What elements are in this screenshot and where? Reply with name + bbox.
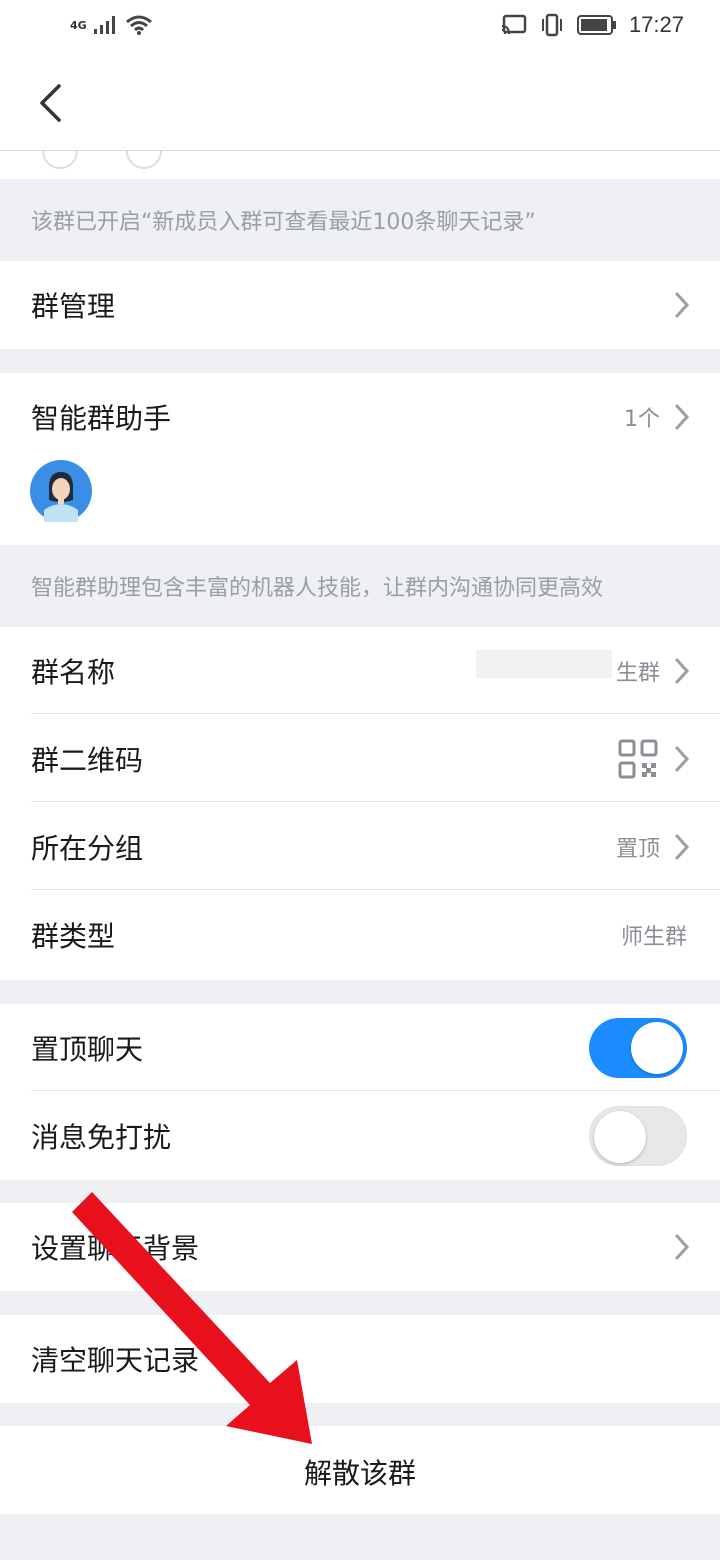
group-info-section: 群名称 生群 群二维码 所在分组 置顶 群类型 师生群 (0, 627, 720, 980)
chevron-right-icon (675, 292, 690, 318)
wifi-icon (125, 15, 152, 35)
divider (31, 889, 720, 890)
redacted-group-name (476, 650, 612, 678)
pin-chat-label: 置顶聊天 (31, 1033, 144, 1066)
chat-background-section: 设置聊天背景 (0, 1203, 720, 1291)
mute-row: 消息免打扰 (0, 1092, 720, 1180)
group-manage-row[interactable]: 群管理 (0, 261, 720, 349)
toggle-knob (631, 1022, 683, 1074)
cast-icon (501, 14, 527, 35)
toggle-knob (594, 1111, 646, 1163)
divider (31, 713, 720, 714)
group-category-value: 置顶 (615, 837, 660, 862)
chat-background-label: 设置聊天背景 (31, 1232, 200, 1265)
vibrate-icon (541, 13, 562, 37)
clear-history-label: 清空聊天记录 (31, 1344, 200, 1377)
group-qrcode-row[interactable]: 群二维码 (0, 715, 720, 803)
assistant-section: 智能群助手 1个 (0, 373, 720, 545)
qrcode-icon (618, 739, 658, 779)
pin-chat-row: 置顶聊天 (0, 1004, 720, 1092)
group-qrcode-label: 群二维码 (31, 744, 144, 777)
status-right: 17:27 (501, 12, 684, 38)
history-notice: 该群已开启“新成员入群可查看最近100条聊天记录” (0, 179, 720, 261)
clear-history-section: 清空聊天记录 (0, 1315, 720, 1403)
group-type-label: 群类型 (31, 920, 116, 953)
network-type-label: 4G (70, 18, 87, 32)
group-name-value: 生群 (615, 661, 660, 686)
group-manage-label: 群管理 (31, 290, 116, 323)
status-left: 4G (70, 14, 153, 36)
member-avatars-peek (0, 151, 720, 179)
member-avatar[interactable] (42, 151, 78, 169)
back-chevron-icon (40, 84, 61, 122)
mute-toggle[interactable] (589, 1106, 687, 1166)
assistant-label: 智能群助手 (31, 402, 172, 435)
group-name-row[interactable]: 群名称 生群 (0, 627, 720, 715)
group-type-row: 群类型 师生群 (0, 891, 720, 979)
back-button[interactable] (28, 78, 72, 128)
chevron-right-icon (675, 658, 690, 684)
chevron-right-icon (675, 746, 690, 772)
status-time: 17:27 (628, 12, 684, 37)
pin-chat-toggle[interactable] (589, 1018, 687, 1078)
divider (31, 801, 720, 802)
status-bar: 4G 17:27 (0, 0, 720, 56)
group-category-row[interactable]: 所在分组 置顶 (0, 803, 720, 891)
toggle-section: 置顶聊天 消息免打扰 (0, 1004, 720, 1180)
member-avatar[interactable] (126, 151, 162, 169)
divider (31, 1090, 720, 1091)
mute-label: 消息免打扰 (31, 1121, 172, 1154)
chat-background-row[interactable]: 设置聊天背景 (0, 1203, 720, 1291)
dissolve-group-label: 解散该群 (303, 1457, 416, 1490)
group-category-label: 所在分组 (31, 832, 144, 865)
signal-icon (93, 16, 115, 34)
history-notice-text: 该群已开启“新成员入群可查看最近100条聊天记录” (31, 210, 536, 235)
group-name-label: 群名称 (31, 656, 116, 689)
clear-history-row[interactable]: 清空聊天记录 (0, 1315, 720, 1403)
chevron-right-icon (675, 1234, 690, 1260)
group-manage-section: 群管理 (0, 261, 720, 349)
assistant-avatar[interactable] (30, 460, 92, 522)
assistant-count: 1个 (624, 407, 660, 432)
battery-icon (576, 15, 616, 35)
assistant-note-text: 智能群助理包含丰富的机器人技能，让群内沟通协同更高效 (31, 576, 604, 601)
assistant-note: 智能群助理包含丰富的机器人技能，让群内沟通协同更高效 (0, 545, 720, 627)
group-type-value: 师生群 (620, 925, 687, 950)
dissolve-group-button[interactable]: 解散该群 (0, 1426, 720, 1514)
chevron-right-icon (675, 834, 690, 860)
nav-bar (0, 56, 720, 151)
chevron-right-icon (675, 404, 690, 430)
dissolve-section: 解散该群 (0, 1426, 720, 1514)
assistant-row[interactable]: 智能群助手 1个 (0, 373, 720, 461)
